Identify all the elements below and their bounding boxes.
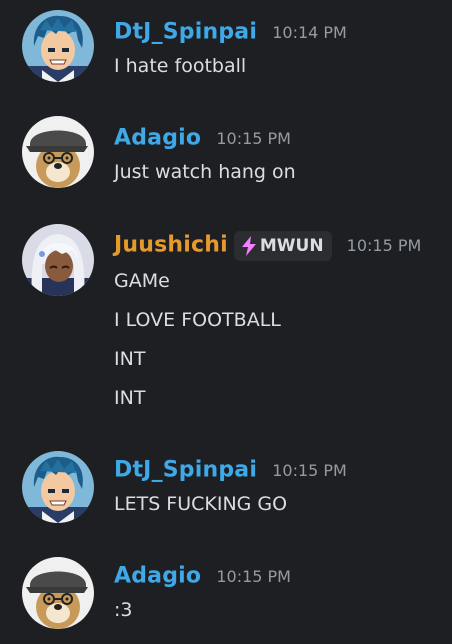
timestamp[interactable]: 10:15 PM	[216, 567, 291, 586]
message-text: :3	[114, 599, 133, 621]
message-group: Adagio 10:15 PM :3	[0, 547, 452, 644]
message-group: DtJ_Spinpai 10:14 PM I hate football	[0, 0, 452, 100]
white-hair-anime-avatar[interactable]	[22, 224, 94, 296]
clan-tag-label: MWUN	[259, 236, 324, 256]
dog-with-cap-avatar[interactable]	[22, 116, 94, 188]
dog-with-cap-avatar[interactable]	[22, 557, 94, 629]
message-group: Juushichi MWUN 10:15 PM GAMe I LOVE FOOTB…	[0, 212, 452, 422]
username[interactable]: DtJ_Spinpai	[114, 20, 257, 45]
timestamp[interactable]: 10:14 PM	[272, 23, 347, 42]
clan-tag[interactable]: MWUN	[233, 230, 332, 261]
username[interactable]: DtJ_Spinpai	[114, 458, 257, 483]
message-header: DtJ_Spinpai 10:14 PM	[114, 15, 347, 49]
timestamp[interactable]: 10:15 PM	[272, 461, 347, 480]
message-text: I hate football	[114, 55, 247, 77]
message-header: Juushichi MWUN 10:15 PM	[114, 228, 421, 262]
message-text: INT	[114, 348, 146, 370]
message-header: Adagio 10:15 PM	[114, 559, 291, 593]
timestamp[interactable]: 10:15 PM	[347, 236, 422, 255]
message-group: Adagio 10:15 PM Just watch hang on	[0, 106, 452, 206]
lightning-bolt-icon	[241, 236, 256, 256]
message-header: DtJ_Spinpai 10:15 PM	[114, 453, 347, 487]
message-group: DtJ_Spinpai 10:15 PM LETS FUCKING GO	[0, 441, 452, 541]
username[interactable]: Juushichi	[114, 233, 228, 258]
blue-hair-anime-avatar[interactable]	[22, 10, 94, 82]
message-text: I LOVE FOOTBALL	[114, 309, 281, 331]
username[interactable]: Adagio	[114, 126, 201, 151]
message-text: GAMe	[114, 270, 170, 292]
username[interactable]: Adagio	[114, 564, 201, 589]
blue-hair-anime-avatar[interactable]	[22, 451, 94, 523]
message-text: INT	[114, 387, 146, 409]
message-header: Adagio 10:15 PM	[114, 121, 291, 155]
message-text: LETS FUCKING GO	[114, 493, 288, 515]
timestamp[interactable]: 10:15 PM	[216, 129, 291, 148]
message-text: Just watch hang on	[114, 161, 296, 183]
